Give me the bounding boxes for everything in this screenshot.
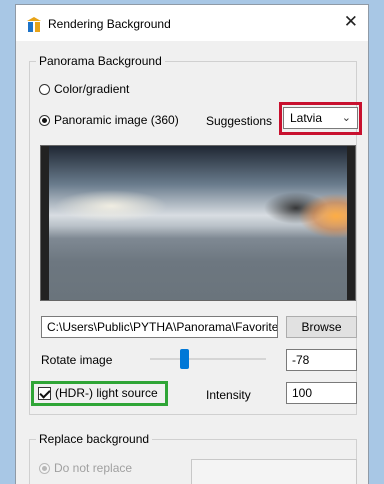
- radio-indicator-selected: [39, 114, 50, 126]
- rotate-image-label: Rotate image: [41, 353, 113, 367]
- intensity-field[interactable]: 100: [286, 382, 357, 404]
- rotate-value-field[interactable]: -78: [286, 349, 357, 371]
- radio-indicator: [39, 83, 50, 95]
- intensity-value: 100: [292, 386, 313, 400]
- color-gradient-label: Color/gradient: [54, 82, 130, 96]
- browse-button[interactable]: Browse: [286, 316, 357, 338]
- hdr-light-source-label[interactable]: (HDR-) light source: [55, 386, 158, 400]
- preview-edge-left: [41, 146, 49, 300]
- radio-indicator-disabled: [39, 462, 50, 474]
- dialog-title: Rendering Background: [48, 17, 171, 31]
- do-not-replace-label: Do not replace: [54, 461, 133, 475]
- panorama-preview-image: [40, 145, 356, 301]
- panorama-path-value: C:\Users\Public\PYTHA\Panorama\Favorite: [47, 320, 278, 334]
- app-logo-icon: [27, 17, 41, 32]
- panoramic-image-radio[interactable]: Panoramic image (360): [39, 113, 179, 127]
- title-bar: Rendering Background ✕: [16, 5, 368, 41]
- suggestions-value: Latvia: [290, 111, 323, 125]
- hdr-light-source-checkbox[interactable]: [38, 387, 51, 400]
- suggestions-label: Suggestions: [206, 114, 273, 128]
- rendering-background-dialog: Rendering Background ✕ Panorama Backgrou…: [15, 4, 369, 484]
- close-icon[interactable]: ✕: [344, 13, 358, 30]
- do-not-replace-radio[interactable]: Do not replace: [39, 461, 132, 475]
- replace-background-field[interactable]: [191, 459, 357, 484]
- preview-edge-right: [347, 146, 355, 300]
- replace-background-label: Replace background: [36, 432, 153, 446]
- rotate-value: -78: [292, 353, 310, 367]
- panoramic-image-label: Panoramic image (360): [54, 113, 179, 127]
- suggestions-dropdown[interactable]: Latvia ⌄: [283, 107, 358, 129]
- panorama-path-field[interactable]: C:\Users\Public\PYTHA\Panorama\Favorite: [41, 316, 278, 338]
- rotate-slider-track[interactable]: [150, 358, 266, 360]
- chevron-down-icon: ⌄: [341, 112, 351, 124]
- panorama-background-label: Panorama Background: [36, 54, 165, 68]
- color-gradient-radio[interactable]: Color/gradient: [39, 82, 129, 96]
- intensity-label: Intensity: [206, 388, 251, 402]
- rotate-slider-thumb[interactable]: [180, 349, 189, 369]
